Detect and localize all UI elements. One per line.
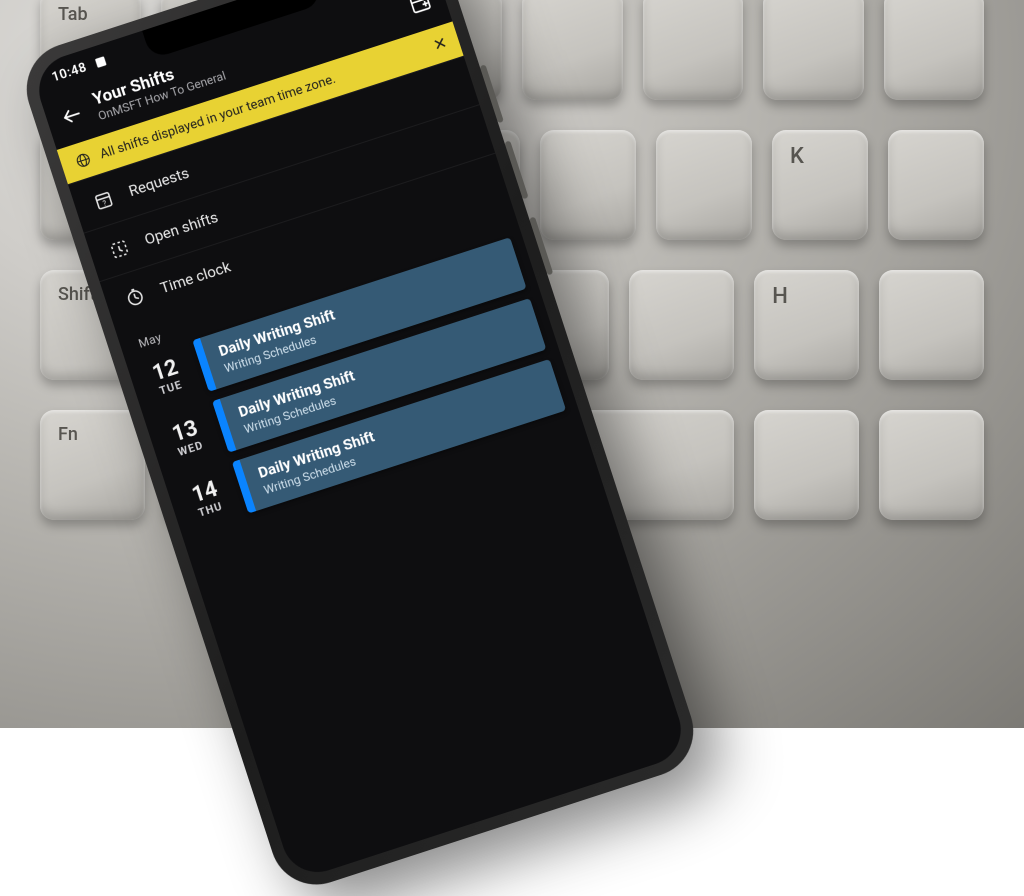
keycap <box>763 0 864 100</box>
calendar-add-button[interactable] <box>406 0 434 16</box>
keycap: Fn <box>40 410 145 520</box>
keycap <box>754 410 859 520</box>
requests-icon: ? <box>90 186 118 214</box>
keycap <box>879 410 984 520</box>
keycap: K <box>772 130 868 240</box>
keycap <box>643 0 744 100</box>
keycap <box>879 270 984 380</box>
keycap: H <box>754 270 859 380</box>
keycap <box>540 130 636 240</box>
banner-close-button[interactable]: ✕ <box>431 33 450 55</box>
statusbar-time: 10:48 <box>50 60 89 85</box>
keycap <box>888 130 984 240</box>
keycap <box>522 0 623 100</box>
menu-item-label: Time clock <box>158 258 233 298</box>
globe-icon <box>73 151 93 171</box>
time-clock-icon <box>121 283 149 311</box>
notification-icon <box>92 53 110 71</box>
menu-item-label: Requests <box>127 164 192 200</box>
keycap <box>656 130 752 240</box>
keycap <box>629 270 734 380</box>
keycap <box>884 0 985 100</box>
open-shifts-icon <box>106 235 134 263</box>
back-button[interactable] <box>58 101 86 129</box>
menu-item-label: Open shifts <box>142 208 220 249</box>
svg-text:?: ? <box>102 198 109 208</box>
